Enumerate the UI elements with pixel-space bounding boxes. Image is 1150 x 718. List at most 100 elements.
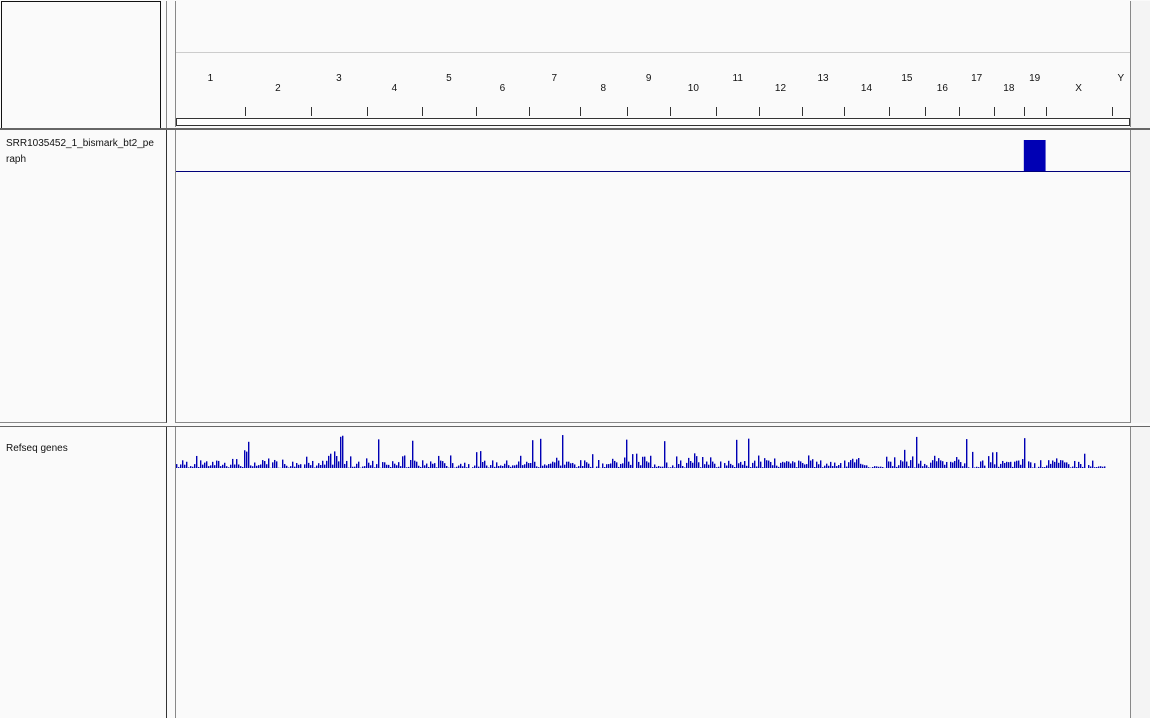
chromosome-label[interactable]: 1: [208, 73, 214, 84]
gene-density-bar: [350, 456, 352, 468]
gene-density-bar: [694, 453, 696, 468]
gene-density-bar: [492, 460, 494, 468]
gene-density-bar: [546, 465, 548, 468]
gene-density-bar: [256, 465, 258, 468]
gene-density-bar: [776, 465, 778, 468]
gene-density-bar: [1006, 461, 1008, 468]
chromosome-label[interactable]: 11: [733, 73, 743, 84]
genes-track-name[interactable]: Refseq genes: [6, 441, 68, 457]
gene-density-bar: [184, 464, 186, 468]
coverage-track-name-line2: raph: [6, 154, 27, 165]
gene-density-bar: [208, 466, 210, 468]
chromosome-label[interactable]: 2: [275, 83, 281, 94]
chromosome-label[interactable]: 4: [392, 83, 398, 94]
gene-density-bar: [486, 465, 488, 468]
gene-density-bar: [464, 462, 466, 468]
gene-density-bar: [244, 450, 246, 468]
gene-density-bar: [356, 463, 358, 468]
ruler-bottom-box: [176, 118, 1130, 126]
gene-density-bar: [952, 462, 954, 468]
chromosome-label[interactable]: 16: [937, 83, 948, 94]
chromosome-label[interactable]: 12: [775, 83, 786, 94]
chromosome-label[interactable]: 3: [336, 73, 342, 84]
chromosome-label[interactable]: Y: [1117, 73, 1124, 84]
gene-density-bar: [1050, 463, 1052, 468]
gene-density-bar: [862, 464, 864, 468]
gene-density-bar: [692, 462, 694, 468]
gene-density-bar: [778, 466, 780, 468]
gene-density-bar: [926, 465, 928, 468]
chromosome-label[interactable]: 18: [1003, 83, 1014, 94]
chromosome-label[interactable]: 13: [817, 73, 828, 84]
gene-density-bar: [452, 463, 454, 468]
gene-density-bar: [644, 456, 646, 468]
gene-density-bar: [426, 463, 428, 468]
chromosome-label[interactable]: X: [1075, 83, 1082, 94]
chromosome-label[interactable]: 5: [446, 73, 452, 84]
chromosome-label[interactable]: 14: [861, 83, 872, 94]
gene-density-bar: [636, 453, 638, 468]
gene-density-bar: [384, 462, 386, 468]
gene-density-bar: [918, 463, 920, 468]
chromosome-boundary-tick: [844, 107, 845, 116]
gene-density-bar: [288, 467, 290, 468]
chromosome-label[interactable]: 8: [600, 83, 606, 94]
gene-density-bar: [686, 462, 688, 468]
header-divider: [166, 1, 167, 129]
gene-density-bar: [766, 460, 768, 468]
gene-density-bar: [364, 466, 366, 468]
gene-density-bar: [654, 464, 656, 468]
gene-density-bar: [732, 465, 734, 468]
gene-density-bar: [422, 460, 424, 468]
gene-density-bar: [930, 462, 932, 468]
chromosome-label[interactable]: 6: [500, 83, 506, 94]
gene-density-bar: [756, 466, 758, 468]
gene-density-bar: [224, 462, 226, 468]
gene-density-bar: [1098, 466, 1100, 468]
gene-density-bar: [290, 466, 292, 468]
gene-density-bar: [616, 462, 618, 468]
chromosome-label[interactable]: 19: [1029, 73, 1040, 84]
gene-density-bar: [1052, 460, 1054, 468]
gene-density-bar: [420, 466, 422, 468]
gene-density-bar: [882, 467, 884, 468]
gene-density-bar: [698, 462, 700, 468]
gene-density-bar: [386, 464, 388, 468]
feature-scroll-gutter[interactable]: [1131, 427, 1150, 718]
chromosome-label[interactable]: 15: [901, 73, 912, 84]
gene-density-bar: [1100, 466, 1102, 468]
gene-density-bar: [928, 467, 930, 468]
coverage-track-name[interactable]: SRR1035452_1_bismark_bt2_pe raph: [6, 136, 164, 168]
chromosome-label[interactable]: 7: [551, 73, 557, 84]
chromosome-ruler[interactable]: 1 2 3 4 5 6 7 8 9 10 11 12 13 14 15 16 17 18 19 X Y: [176, 60, 1130, 122]
gene-density-bar: [580, 460, 582, 468]
gene-density-bar: [392, 461, 394, 468]
gene-density-bar: [524, 464, 526, 468]
gene-density-bar: [650, 455, 652, 468]
gene-density-bar: [410, 459, 412, 468]
feature-track-panel[interactable]: [175, 427, 1131, 718]
gene-density-bar: [852, 458, 854, 468]
chromosome-boundary-tick: [627, 107, 628, 116]
gene-density-bar: [704, 464, 706, 468]
gene-density-bar: [596, 466, 598, 468]
chromosome-boundary-tick: [1046, 107, 1047, 116]
chromosome-label[interactable]: 10: [688, 83, 699, 94]
gene-density-bar: [320, 464, 322, 468]
chromosome-label[interactable]: 9: [646, 73, 652, 84]
gene-density-bar: [696, 456, 698, 468]
gene-density-bar: [1066, 462, 1068, 468]
gene-density-bar: [1064, 462, 1066, 468]
gene-density-bar: [570, 463, 572, 468]
gene-density-bar: [980, 461, 982, 468]
data-scroll-gutter[interactable]: [1131, 130, 1150, 423]
gene-density-bar: [968, 467, 970, 468]
chromosome-boundary-tick: [580, 107, 581, 116]
gene-density-bar: [218, 460, 220, 468]
gene-density-bar: [792, 461, 794, 468]
gene-density-bar: [558, 460, 560, 468]
gene-density-bar: [222, 464, 224, 468]
chromosome-label[interactable]: 17: [971, 73, 982, 84]
coverage-track-plot[interactable]: [176, 132, 1130, 174]
genes-density-plot[interactable]: [176, 432, 1130, 470]
